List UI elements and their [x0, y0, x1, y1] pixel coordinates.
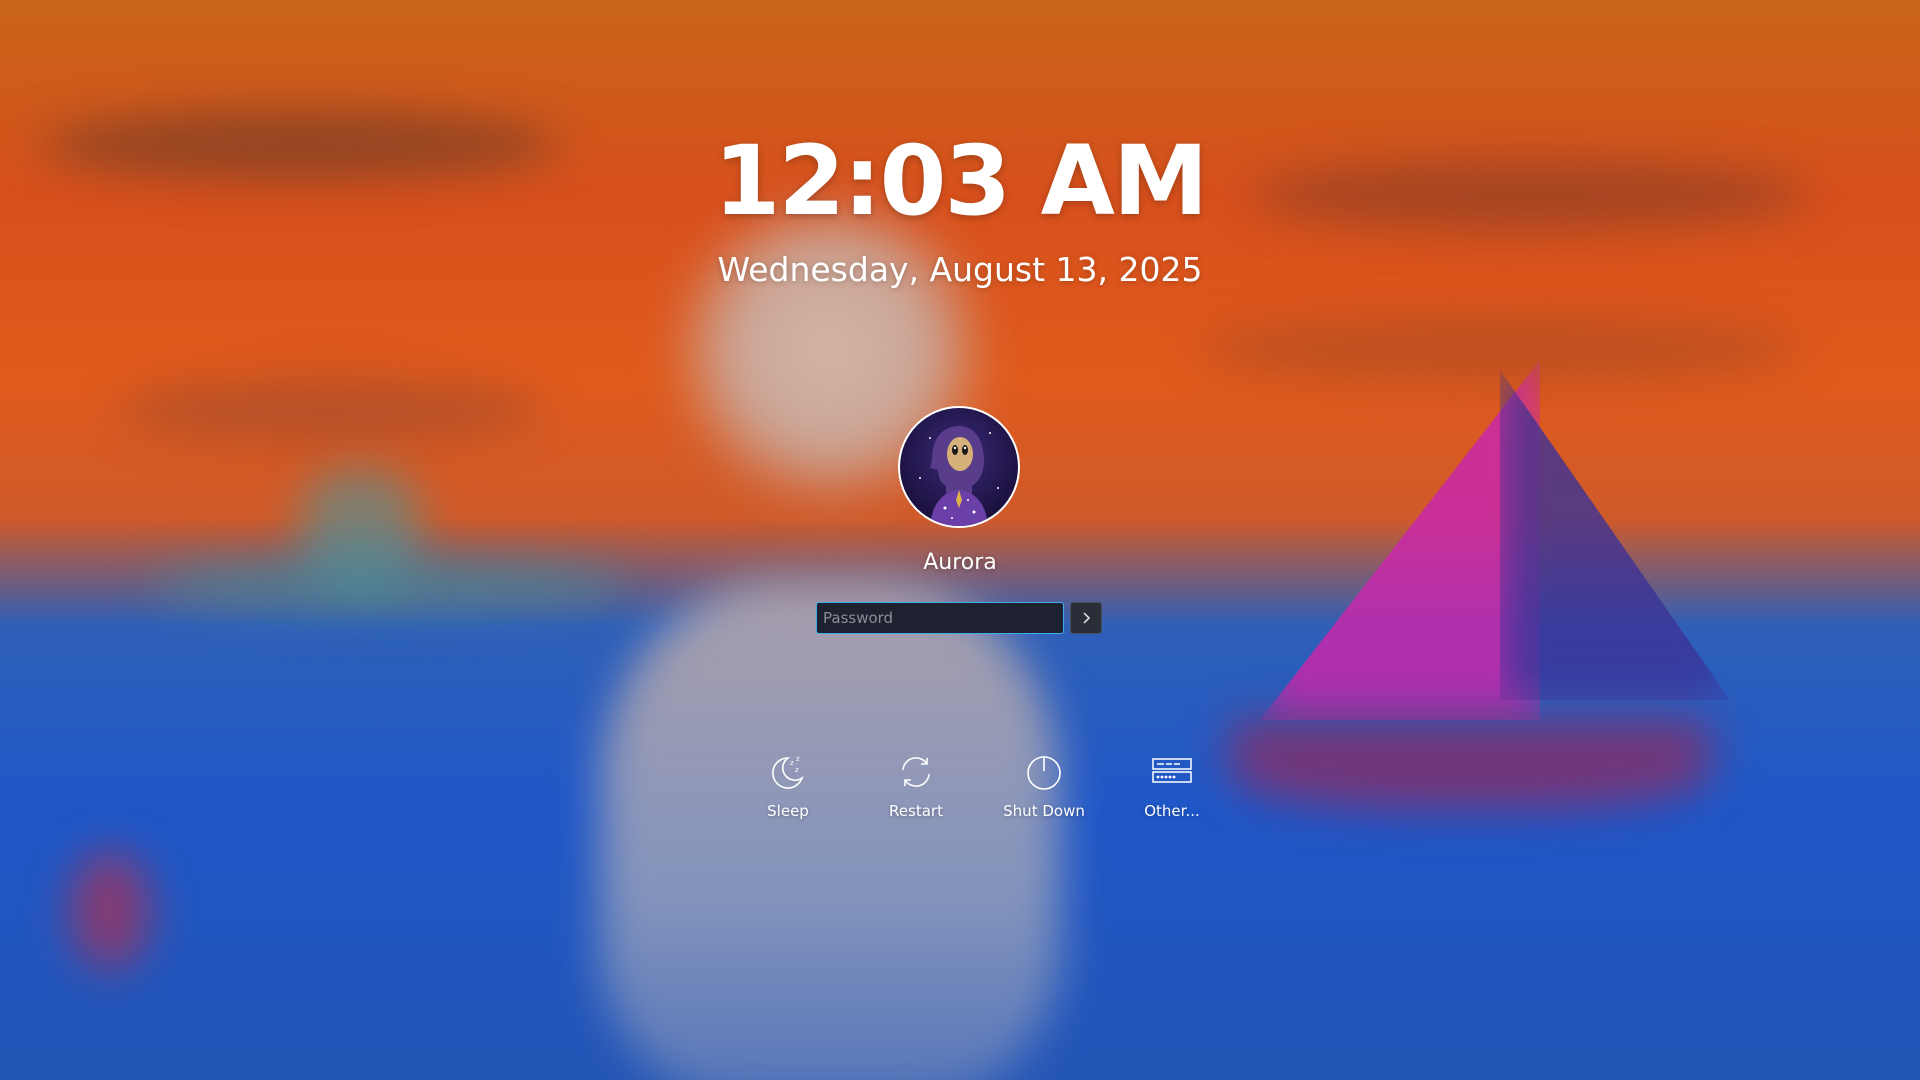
password-row [816, 602, 1102, 634]
other-users-button[interactable]: Other... [1135, 752, 1209, 820]
svg-text:z: z [795, 766, 799, 774]
username: Aurora [923, 550, 997, 575]
shutdown-label: Shut Down [1003, 802, 1085, 820]
wallpaper-reflection [600, 580, 1060, 1080]
svg-text:z: z [790, 759, 794, 767]
hooded-figure-icon [919, 426, 999, 526]
lock-screen: 12:03 AM Wednesday, August 13, 2025 Auro… [0, 0, 1920, 1080]
wallpaper-cloud [1200, 320, 1800, 380]
wallpaper-cloud [120, 380, 540, 440]
password-input[interactable] [816, 602, 1064, 634]
avatar-image [900, 408, 1018, 526]
wallpaper-sail [1500, 370, 1730, 700]
restart-icon [896, 752, 936, 792]
clock-date: Wednesday, August 13, 2025 [717, 250, 1203, 289]
other-users-icon [1152, 752, 1192, 792]
shutdown-icon [1024, 752, 1064, 792]
session-actions: z z z Sleep Restart Shut Down Other... [0, 752, 1920, 820]
sleep-icon: z z z [768, 752, 808, 792]
sleep-label: Sleep [767, 802, 809, 820]
login-submit-button[interactable] [1070, 602, 1102, 634]
restart-button[interactable]: Restart [879, 752, 953, 820]
sleep-button[interactable]: z z z Sleep [751, 752, 825, 820]
avatar[interactable] [898, 406, 1020, 528]
svg-text:z: z [796, 755, 800, 763]
chevron-right-icon [1083, 612, 1091, 624]
wallpaper-buoy [70, 850, 150, 970]
wallpaper-sail [1260, 360, 1540, 720]
clock-time: 12:03 AM [713, 125, 1209, 237]
restart-label: Restart [889, 802, 943, 820]
other-users-label: Other... [1144, 802, 1200, 820]
shutdown-button[interactable]: Shut Down [1003, 752, 1085, 820]
